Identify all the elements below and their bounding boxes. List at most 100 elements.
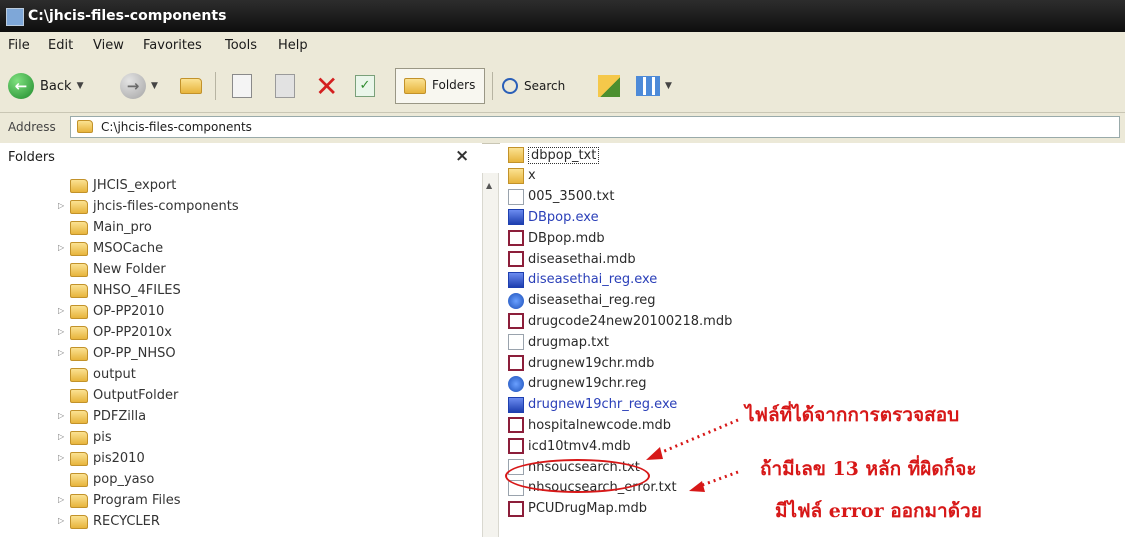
file-name: drugnew19chr.mdb <box>528 355 655 371</box>
window-title: C:\jhcis-files-components <box>28 8 227 24</box>
expand-icon[interactable]: ▷ <box>58 327 64 336</box>
tree-item[interactable]: pop_yaso <box>70 469 154 490</box>
scroll-up-icon[interactable]: ▲ <box>486 181 492 190</box>
tree-item[interactable]: ▷ MSOCache <box>58 238 163 259</box>
folders-toggle-button[interactable]: Folders <box>395 68 485 104</box>
tree-item[interactable]: ▷ OP-PP_NHSO <box>58 343 176 364</box>
file-name: diseasethai_reg.reg <box>528 293 656 309</box>
folder-icon <box>70 451 88 466</box>
file-name: DBpop.mdb <box>528 230 605 246</box>
tree-item[interactable]: output <box>70 364 136 385</box>
file-name: dbpop_txt <box>528 146 600 164</box>
file-name: PCUDrugMap.mdb <box>528 501 648 517</box>
file-name: diseasethai_reg.exe <box>528 272 658 288</box>
back-button[interactable]: ← Back ▼ <box>8 70 83 102</box>
delete-x-icon: ✕ <box>315 69 339 103</box>
menu-file[interactable]: File <box>8 38 30 53</box>
expand-icon[interactable]: ▷ <box>58 348 64 357</box>
file-item[interactable]: diseasethai_reg.exe <box>508 270 657 290</box>
folders-scrollbar[interactable]: ▲ <box>482 173 499 537</box>
folder-icon <box>70 283 88 298</box>
move-to-button[interactable] <box>275 70 295 102</box>
toolbar-separator <box>492 72 493 100</box>
tree-item-label: pis <box>93 430 112 445</box>
folder-icon <box>70 220 88 235</box>
tree-item[interactable]: ▷ OP-PP2010x <box>58 322 172 343</box>
expand-icon[interactable]: ▷ <box>58 306 64 315</box>
file-item[interactable]: 005_3500.txt <box>508 187 614 207</box>
file-item[interactable]: drugnew19chr.reg <box>508 374 646 394</box>
search-button[interactable]: Search <box>502 70 565 102</box>
menu-tools[interactable]: Tools <box>225 38 257 53</box>
file-item[interactable]: drugmap.txt <box>508 332 609 352</box>
mdb-file-icon <box>508 230 524 247</box>
folder-icon <box>70 409 88 424</box>
file-item[interactable]: drugnew19chr.mdb <box>508 353 654 373</box>
expand-icon[interactable]: ▷ <box>58 201 64 210</box>
expand-icon[interactable]: ▷ <box>58 516 64 525</box>
tree-item[interactable]: Main_pro <box>70 217 152 238</box>
file-name: 005_3500.txt <box>528 189 615 205</box>
delete-button[interactable]: ✕ <box>315 69 339 103</box>
menu-help[interactable]: Help <box>278 38 308 53</box>
file-item[interactable]: drugcode24new20100218.mdb <box>508 311 732 331</box>
menu-edit[interactable]: Edit <box>48 38 73 53</box>
tree-item[interactable]: JHCIS_export <box>70 175 176 196</box>
folder-icon <box>70 325 88 340</box>
undo-button[interactable]: ✓ <box>355 70 375 102</box>
folders-icon <box>404 78 426 94</box>
tree-item-label: pop_yaso <box>93 472 155 487</box>
expand-icon[interactable]: ▷ <box>58 432 64 441</box>
folder-icon <box>70 514 88 529</box>
file-name: icd10tmv4.mdb <box>528 438 631 454</box>
exe-file-icon <box>508 271 524 288</box>
tree-item[interactable]: New Folder <box>70 259 166 280</box>
tree-item-label: New Folder <box>93 262 166 277</box>
toolbar: ← Back ▼ → ▼ ✕ ✓ Folders Search ▼ <box>0 60 1125 113</box>
folder-icon <box>70 241 88 256</box>
folder-options-button[interactable] <box>598 70 620 102</box>
forward-button[interactable]: → ▼ <box>120 70 158 102</box>
tree-item[interactable]: OutputFolder <box>70 385 178 406</box>
copy-to-button[interactable] <box>232 70 252 102</box>
mdb-file-icon <box>508 355 524 371</box>
menu-view[interactable]: View <box>93 38 124 53</box>
folders-pane-title: Folders <box>8 150 55 165</box>
tree-item-label: JHCIS_export <box>93 178 177 193</box>
address-field[interactable]: C:\jhcis-files-components <box>70 116 1120 138</box>
tree-item[interactable]: ▷ pis2010 <box>58 448 145 469</box>
mdb-file-icon <box>508 251 524 267</box>
expand-icon[interactable]: ▷ <box>58 411 64 420</box>
tree-item[interactable]: ▷ jhcis-files-components <box>58 196 239 217</box>
file-item[interactable]: icd10tmv4.mdb <box>508 436 631 456</box>
file-item[interactable]: DBpop.mdb <box>508 228 605 248</box>
file-item[interactable]: dbpop_txt <box>508 145 600 165</box>
exe-file-icon <box>508 209 524 226</box>
tree-item[interactable]: ▷ OP-PP2010 <box>58 301 164 322</box>
file-item[interactable]: diseasethai_reg.reg <box>508 291 656 311</box>
tree-item[interactable]: ▷ PDFZilla <box>58 406 146 427</box>
tree-item-label: jhcis-files-components <box>93 199 239 214</box>
tree-item[interactable]: NHSO_4FILES <box>70 280 181 301</box>
file-item[interactable]: x <box>508 166 536 186</box>
txt-file-icon <box>508 188 524 205</box>
expand-icon[interactable]: ▷ <box>58 243 64 252</box>
file-item[interactable]: drugnew19chr_reg.exe <box>508 395 677 415</box>
tree-item[interactable]: ▷ Program Files <box>58 490 181 511</box>
up-folder-button[interactable] <box>180 70 202 102</box>
views-button[interactable]: ▼ <box>636 70 672 102</box>
menu-favorites[interactable]: Favorites <box>143 38 202 53</box>
folder-pencil-icon <box>598 75 620 97</box>
file-item[interactable]: hospitalnewcode.mdb <box>508 415 671 435</box>
folder-file-icon <box>508 147 524 163</box>
file-item[interactable]: DBpop.exe <box>508 207 599 227</box>
close-icon[interactable]: × <box>455 146 469 166</box>
chevron-down-icon: ▼ <box>151 81 158 91</box>
tree-item[interactable]: ▷ pis <box>58 427 112 448</box>
expand-icon[interactable]: ▷ <box>58 495 64 504</box>
file-item[interactable]: diseasethai.mdb <box>508 249 636 269</box>
expand-icon[interactable]: ▷ <box>58 453 64 462</box>
file-item[interactable]: PCUDrugMap.mdb <box>508 499 647 519</box>
tree-item[interactable]: ▷ RECYCLER <box>58 511 160 532</box>
folder-icon <box>70 346 88 361</box>
